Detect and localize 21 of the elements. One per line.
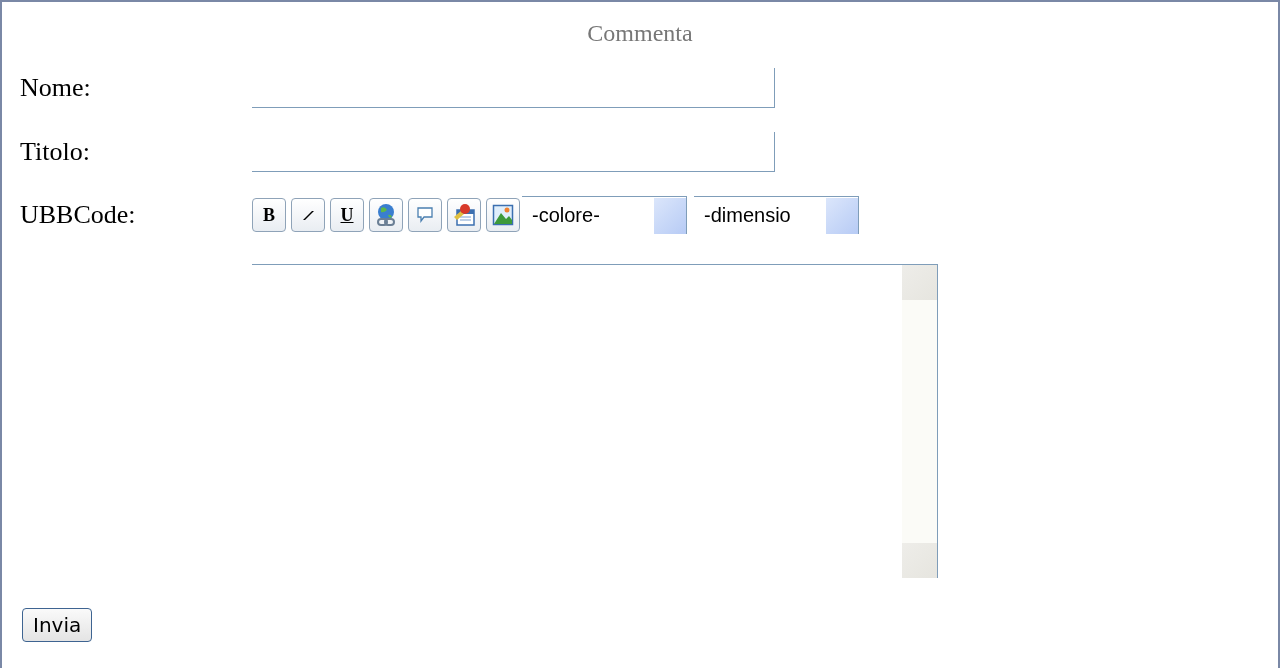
note-button[interactable] bbox=[447, 198, 481, 232]
quote-button[interactable] bbox=[408, 198, 442, 232]
field-label: UBBCode: bbox=[20, 200, 137, 230]
submit-button[interactable]: Invia bbox=[22, 608, 93, 642]
globe-link-icon bbox=[375, 203, 397, 227]
bold-button[interactable]: B bbox=[252, 198, 286, 232]
dropdown-value: -colore- bbox=[532, 204, 600, 227]
dropdown-field[interactable]: -colore- bbox=[522, 196, 687, 234]
speech-bubble-icon bbox=[416, 206, 434, 224]
dropdown-value: -dimensio bbox=[704, 204, 791, 227]
italic-button[interactable] bbox=[291, 198, 325, 232]
dropdown-field[interactable]: -dimensio bbox=[694, 196, 859, 234]
underline-button[interactable]: U bbox=[330, 198, 364, 232]
picture-icon bbox=[492, 204, 514, 226]
image-button[interactable] bbox=[486, 198, 520, 232]
link-button[interactable] bbox=[369, 198, 403, 232]
scrollbar[interactable] bbox=[902, 265, 937, 578]
field-label: Nome: bbox=[20, 73, 92, 103]
field-label: Titolo: bbox=[20, 137, 91, 167]
form-title: Commenta bbox=[586, 19, 694, 48]
calendar-pin-icon bbox=[452, 203, 476, 227]
